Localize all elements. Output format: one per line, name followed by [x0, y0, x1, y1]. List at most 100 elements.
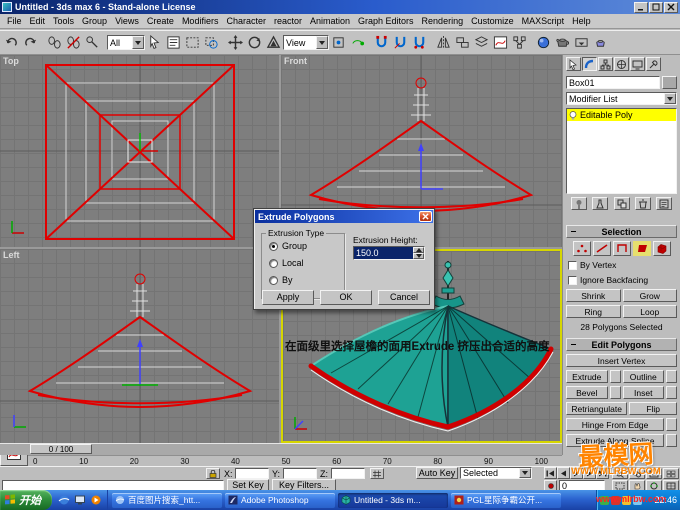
chevron-down-icon[interactable]	[132, 36, 144, 49]
reference-coordinate-dropdown[interactable]: View	[283, 35, 329, 50]
menu-reactor[interactable]: reactor	[270, 16, 306, 26]
extrusion-height-spinner[interactable]	[413, 247, 424, 259]
task-starcraft-page[interactable]: PGL星际争霸公开...	[451, 493, 561, 508]
pin-stack-icon[interactable]	[571, 197, 587, 210]
edge-mode-icon[interactable]	[593, 241, 611, 256]
menu-rendering[interactable]: Rendering	[418, 16, 468, 26]
ring-button[interactable]: Ring	[566, 305, 621, 318]
dialog-close-icon[interactable]	[419, 211, 432, 222]
grid-toggle-icon[interactable]	[370, 468, 384, 479]
extrude-button[interactable]: Extrude	[566, 370, 608, 383]
task-baidu-image-search[interactable]: 百度图片搜索_htt...	[112, 493, 222, 508]
modifier-stack[interactable]: Editable Poly	[566, 108, 677, 194]
menu-maxscript[interactable]: MAXScript	[518, 16, 569, 26]
menu-file[interactable]: File	[3, 16, 26, 26]
timeline-ruler[interactable]: 0 10 20 30 40 50 60 70 80 90 100	[28, 455, 562, 466]
render-scene-icon[interactable]	[553, 33, 572, 52]
select-and-move-icon[interactable]	[226, 33, 245, 52]
ignore-backfacing-checkbox[interactable]	[568, 276, 577, 285]
angle-snap-icon[interactable]	[391, 33, 410, 52]
extrusion-height-input[interactable]: 150.0	[353, 246, 425, 260]
menu-character[interactable]: Character	[222, 16, 270, 26]
task-3dsmax[interactable]: Untitled - 3ds m...	[338, 493, 448, 508]
modifier-list-dropdown[interactable]: Modifier List	[566, 92, 677, 105]
window-crossing-icon[interactable]	[202, 33, 221, 52]
select-and-link-icon[interactable]	[45, 33, 64, 52]
minimize-button[interactable]	[634, 2, 648, 13]
undo-icon[interactable]	[2, 33, 21, 52]
outline-button[interactable]: Outline	[623, 370, 665, 383]
edit-polygons-rollout-header[interactable]: Edit Polygons	[566, 338, 677, 351]
selection-filter-dropdown[interactable]: All	[107, 35, 145, 50]
chevron-down-icon[interactable]	[664, 93, 676, 104]
apply-button[interactable]: Apply	[262, 290, 314, 305]
internet-explorer-icon[interactable]	[57, 494, 70, 507]
cancel-button[interactable]: Cancel	[378, 290, 430, 305]
schematic-view-icon[interactable]	[510, 33, 529, 52]
radio-by-row[interactable]: By	[269, 275, 344, 285]
x-coordinate-field[interactable]	[235, 468, 269, 479]
configure-modifier-sets-icon[interactable]	[656, 197, 672, 210]
viewport-left[interactable]: Left	[0, 249, 279, 443]
ignore-backfacing-checkbox-row[interactable]: Ignore Backfacing	[568, 274, 678, 286]
by-vertex-checkbox[interactable]	[568, 261, 577, 270]
by-vertex-checkbox-row[interactable]: By Vertex	[568, 259, 678, 271]
redo-icon[interactable]	[21, 33, 40, 52]
select-by-name-icon[interactable]	[164, 33, 183, 52]
y-coordinate-field[interactable]	[283, 468, 317, 479]
menu-customize[interactable]: Customize	[467, 16, 518, 26]
retriangulate-button[interactable]: Retriangulate	[566, 402, 627, 415]
extrude-settings-button[interactable]	[610, 370, 621, 383]
inset-button[interactable]: Inset	[623, 386, 665, 399]
select-and-rotate-icon[interactable]	[245, 33, 264, 52]
menu-tools[interactable]: Tools	[49, 16, 78, 26]
task-adobe-photoshop[interactable]: Adobe Photoshop	[225, 493, 335, 508]
bevel-settings-button[interactable]	[610, 386, 621, 399]
menu-group[interactable]: Group	[78, 16, 111, 26]
extrusion-height-value[interactable]: 150.0	[354, 247, 413, 259]
tab-create-icon[interactable]	[566, 57, 581, 71]
menu-graph-editors[interactable]: Graph Editors	[354, 16, 418, 26]
select-and-scale-icon[interactable]	[264, 33, 283, 52]
grow-button[interactable]: Grow	[623, 289, 678, 302]
tab-display-icon[interactable]	[630, 57, 645, 71]
menu-animation[interactable]: Animation	[306, 16, 354, 26]
select-and-manipulate-icon[interactable]	[348, 33, 367, 52]
layer-manager-icon[interactable]	[472, 33, 491, 52]
hinge-settings-button[interactable]	[666, 418, 677, 431]
show-end-result-icon[interactable]	[592, 197, 608, 210]
chevron-down-icon[interactable]	[316, 36, 328, 49]
close-button[interactable]	[664, 2, 678, 13]
object-color-swatch[interactable]	[662, 76, 677, 89]
media-player-icon[interactable]	[89, 494, 102, 507]
percent-snap-icon[interactable]	[410, 33, 429, 52]
maximize-button[interactable]	[649, 2, 663, 13]
dialog-title-bar[interactable]: Extrude Polygons	[255, 210, 433, 223]
rectangular-region-icon[interactable]	[183, 33, 202, 52]
outline-settings-button[interactable]	[666, 370, 677, 383]
mirror-icon[interactable]	[434, 33, 453, 52]
loop-button[interactable]: Loop	[623, 305, 678, 318]
key-mode-dropdown[interactable]: Selected	[460, 467, 532, 479]
radio-by[interactable]	[269, 276, 278, 285]
quick-render-icon[interactable]	[591, 33, 610, 52]
stack-item-editable-poly[interactable]: Editable Poly	[567, 109, 676, 121]
tab-modify-icon[interactable]	[582, 57, 597, 71]
make-unique-icon[interactable]	[614, 197, 630, 210]
border-mode-icon[interactable]	[613, 241, 631, 256]
menu-views[interactable]: Views	[111, 16, 143, 26]
shrink-button[interactable]: Shrink	[566, 289, 621, 302]
viewport-top[interactable]: Top	[0, 55, 279, 247]
use-pivot-center-icon[interactable]	[329, 33, 348, 52]
bevel-button[interactable]: Bevel	[566, 386, 608, 399]
lock-selection-icon[interactable]	[206, 468, 220, 479]
selection-rollout-header[interactable]: Selection	[566, 225, 677, 238]
curve-editor-icon[interactable]	[491, 33, 510, 52]
tab-hierarchy-icon[interactable]	[598, 57, 613, 71]
auto-key-button[interactable]: Auto Key	[416, 467, 458, 479]
polygon-mode-icon[interactable]	[633, 241, 651, 256]
align-icon[interactable]	[453, 33, 472, 52]
unlink-icon[interactable]	[64, 33, 83, 52]
material-editor-icon[interactable]	[534, 33, 553, 52]
flip-button[interactable]: Flip	[629, 402, 677, 415]
